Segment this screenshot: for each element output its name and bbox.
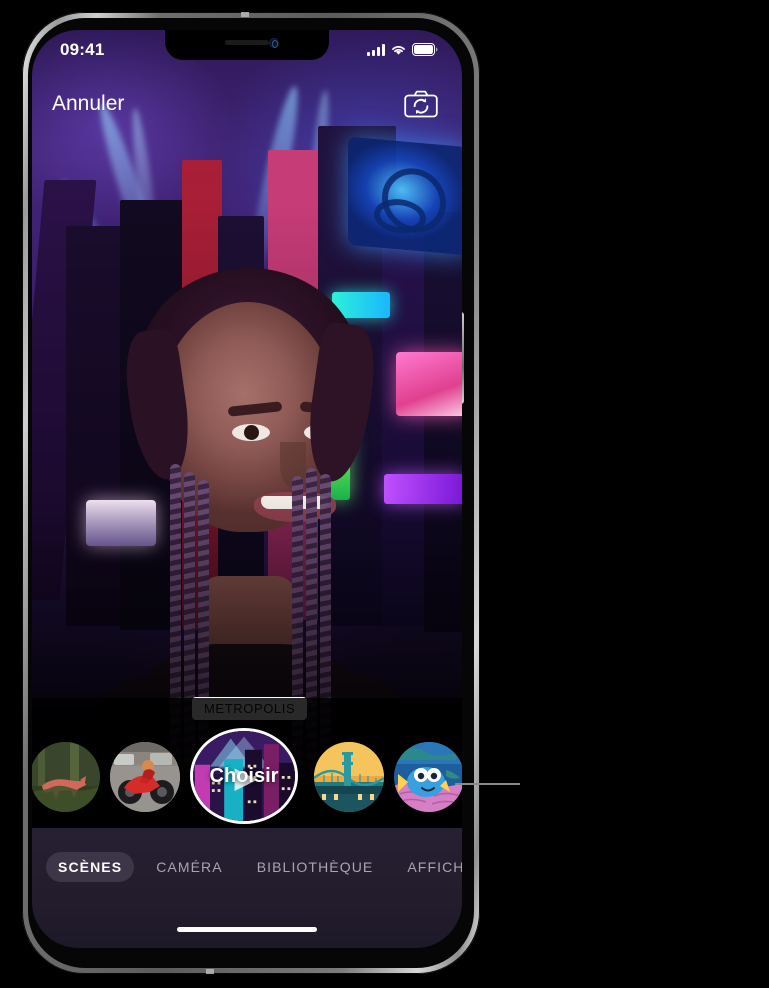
bottom-tab-bar: SCÈNES CAMÉRA BIBLIOTHÈQUE AFFICHES <box>32 828 462 948</box>
scene-thumbnail-fox-forest[interactable] <box>32 742 100 812</box>
scene-carousel[interactable]: Choisir <box>32 728 462 824</box>
status-bar: 09:41 <box>32 30 462 74</box>
battery-icon <box>412 43 438 56</box>
tab-camera[interactable]: CAMÉRA <box>144 852 235 882</box>
tab-scenes[interactable]: SCÈNES <box>46 852 135 882</box>
phone-screen: 09:41 Annuler Choisir SCÈNES CAMÉRA BIBL… <box>32 30 462 948</box>
scene-thumbnail-underwater-fish[interactable] <box>394 742 462 812</box>
home-indicator[interactable] <box>177 927 317 932</box>
earpiece-speaker <box>225 40 269 45</box>
callout-leader-line <box>455 783 520 785</box>
status-bar-indicators <box>367 43 438 56</box>
scene-thumbnail-bridge-sunset[interactable] <box>314 742 384 812</box>
status-bar-clock: 09:41 <box>60 40 105 59</box>
choose-button-label[interactable]: Choisir <box>193 731 295 821</box>
front-camera-icon <box>269 38 279 48</box>
top-nav-bar: Annuler <box>32 86 462 134</box>
cancel-button[interactable]: Annuler <box>52 92 124 116</box>
tab-list: SCÈNES CAMÉRA BIBLIOTHÈQUE AFFICHES <box>46 852 462 882</box>
wifi-icon <box>392 46 405 55</box>
screenshot-stage: 09:41 Annuler Choisir SCÈNES CAMÉRA BIBL… <box>0 0 769 988</box>
device-notch <box>165 30 329 60</box>
cellular-signal-icon <box>367 44 385 56</box>
tab-posters[interactable]: AFFICHES <box>395 852 462 882</box>
antenna-band-bottom <box>206 969 214 974</box>
scene-thumbnail-metropolis[interactable]: Choisir <box>190 728 298 824</box>
scene-thumbnail-motorcycle-street[interactable] <box>110 742 180 812</box>
tab-library[interactable]: BIBLIOTHÈQUE <box>245 852 386 882</box>
antenna-band-top <box>241 12 249 17</box>
camera-flip-icon[interactable] <box>404 90 438 118</box>
